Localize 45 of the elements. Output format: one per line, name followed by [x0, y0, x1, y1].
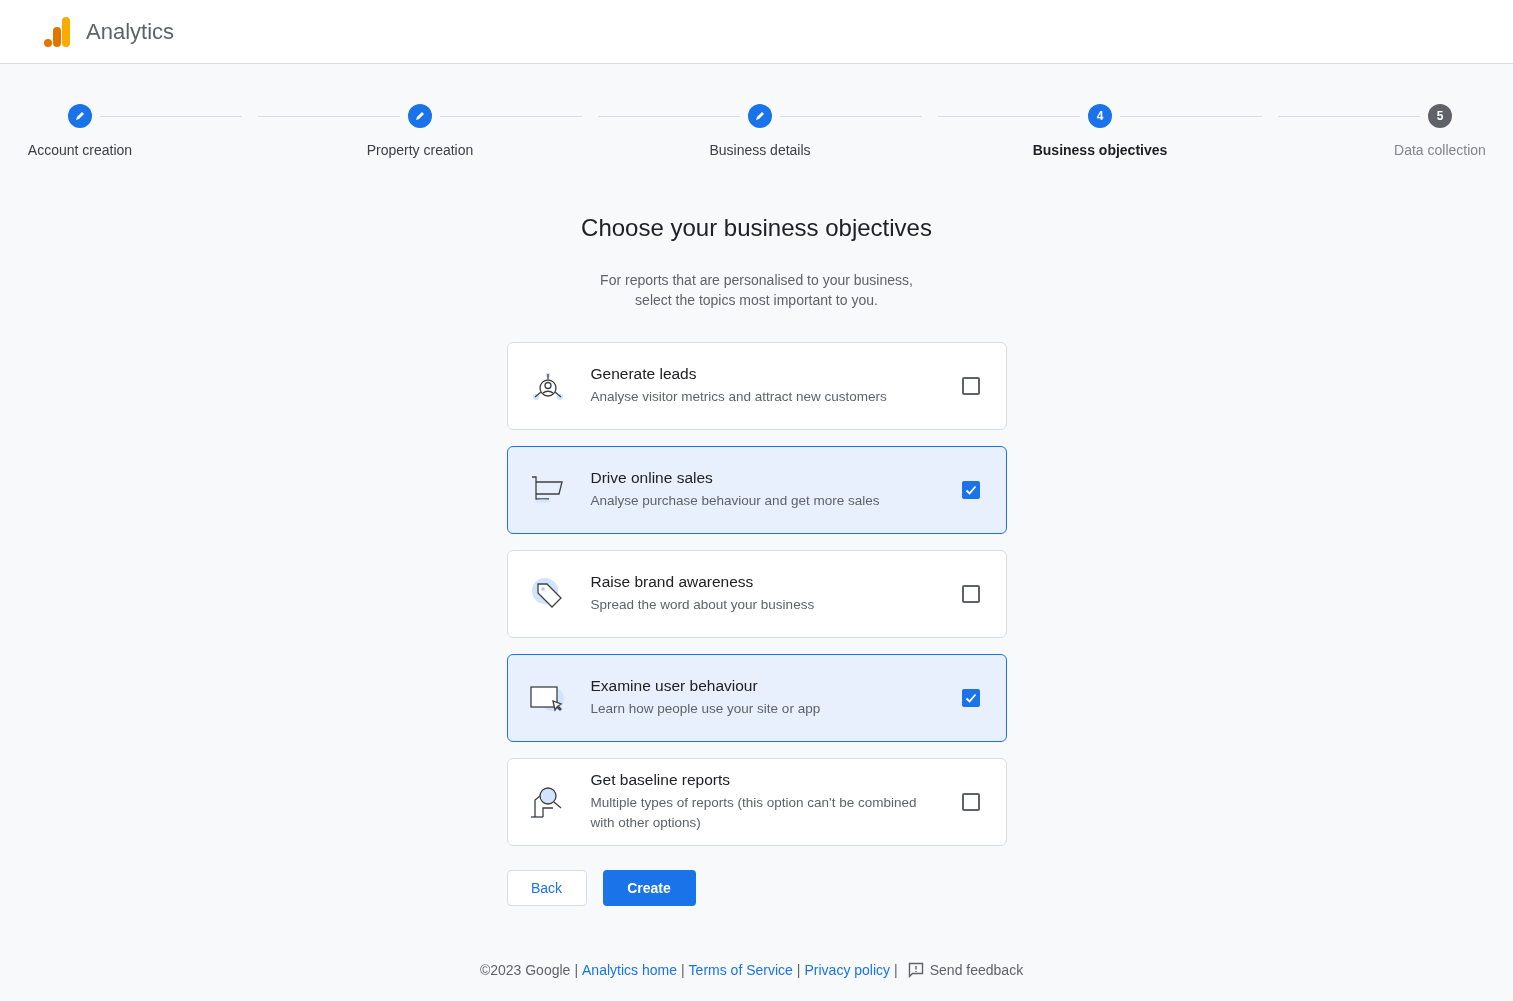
- step-label: Business details: [709, 142, 811, 158]
- objective-title: Drive online sales: [590, 469, 714, 487]
- separator: |: [796, 962, 801, 978]
- objective-title: Examine user behaviour: [590, 677, 759, 695]
- objective-card[interactable]: Drive online sales Analyse purchase behaviour and get more sales: [506, 446, 1007, 534]
- checkbox[interactable]: [961, 689, 980, 707]
- objective-card[interactable]: Examine user behaviour Learn how people use your site or app: [506, 654, 1007, 742]
- copyright-text: ©2023 Google: [479, 962, 571, 978]
- objective-description: Spread the word about your business: [590, 596, 816, 614]
- separator: |: [680, 962, 685, 978]
- checkmark-icon: [964, 484, 977, 496]
- objective-description: Analyse visitor metrics and attract new customers: [590, 388, 888, 406]
- footer-link[interactable]: Analytics home: [582, 962, 677, 978]
- objective-card[interactable]: Raise brand awareness Spread the word about your business: [506, 550, 1007, 638]
- checkbox[interactable]: [961, 377, 980, 395]
- footer-link[interactable]: Privacy policy: [804, 962, 891, 978]
- step-number: 5: [1428, 104, 1452, 128]
- step-label: Business objectives: [1032, 142, 1168, 158]
- send-feedback-link[interactable]: Send feedback: [929, 962, 1024, 978]
- objective-description: Learn how people use your site or app: [590, 700, 822, 718]
- step-label: Property creation: [366, 142, 474, 158]
- checkmark-icon: [964, 692, 977, 704]
- footer-link[interactable]: Terms of Service: [688, 962, 793, 978]
- objective-card[interactable]: Get baseline reports Multiple types of reports (this option can't be combined with other options): [506, 758, 1007, 846]
- app-name: Analytics: [86, 18, 175, 45]
- objective-description: Analyse purchase behaviour and get more sales: [590, 492, 881, 510]
- objective-title: Raise brand awareness: [590, 573, 755, 591]
- objective-card[interactable]: Generate leads Analyse visitor metrics and attract new customers: [506, 342, 1007, 430]
- objective-title: Generate leads: [590, 365, 698, 383]
- separator: |: [574, 962, 578, 978]
- step-label: Data collection: [1394, 142, 1486, 158]
- create-button[interactable]: Create: [602, 870, 696, 906]
- step-number: 4: [1088, 104, 1112, 128]
- separator: |: [894, 962, 898, 978]
- objective-title: Get baseline reports: [590, 771, 732, 789]
- objective-description: Multiple types of reports (this option can't be combined with other options): [590, 794, 918, 832]
- intro-text: For reports that are personalised to your business, select the topics most important to you.: [600, 271, 913, 310]
- bar-chart-logo-icon: [44, 16, 72, 47]
- checkbox[interactable]: [961, 585, 980, 603]
- step-label: Account creation: [27, 142, 133, 158]
- checkbox[interactable]: [961, 793, 980, 811]
- feedback-icon: [907, 962, 924, 978]
- back-button[interactable]: Back: [506, 870, 587, 906]
- page-heading: Choose your business objectives: [581, 214, 932, 242]
- checkbox[interactable]: [961, 481, 980, 499]
